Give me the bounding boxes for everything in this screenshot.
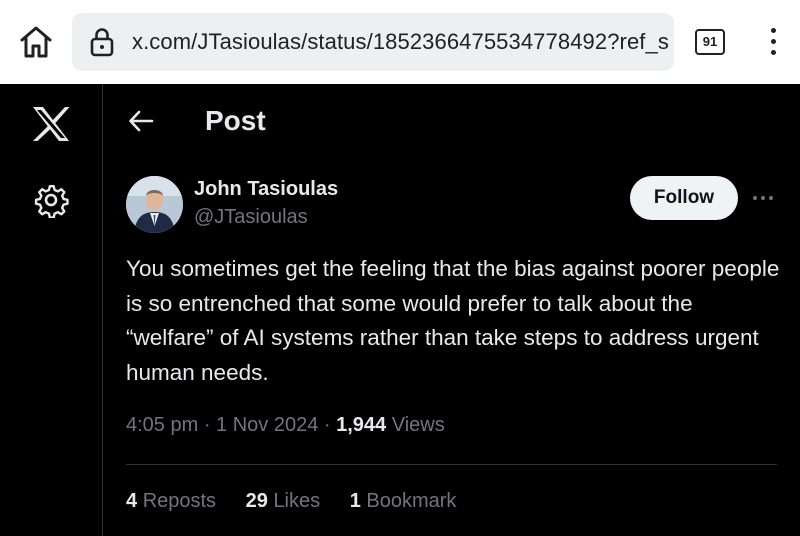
likes-label: Likes: [273, 490, 321, 512]
reposts-stat[interactable]: 4 Reposts: [126, 490, 216, 513]
page-title: Post: [205, 105, 266, 136]
more-horizontal-icon[interactable]: [750, 188, 776, 208]
gear-icon[interactable]: [33, 182, 69, 219]
more-vertical-icon[interactable]: [762, 26, 784, 58]
back-button[interactable]: [126, 106, 156, 136]
reposts-count: 4: [126, 490, 138, 512]
home-button[interactable]: [18, 24, 54, 60]
reposts-label: Reposts: [142, 490, 217, 512]
post-time[interactable]: 4:05 pm: [126, 414, 198, 436]
engagement-stats: 4 Reposts 29 Likes 1 Bookmark: [126, 490, 480, 513]
likes-stat[interactable]: 29 Likes: [246, 490, 321, 513]
address-bar[interactable]: x.com/JTasioulas/status/1852366475534778…: [72, 13, 674, 71]
views-label: Views: [391, 414, 445, 436]
separator: ·: [203, 414, 217, 436]
side-navigation: [0, 84, 103, 536]
post-detail: Post John Tasioulas @JTasioulas Follow Y…: [104, 84, 800, 536]
bookmarks-count: 1: [349, 490, 361, 512]
post-date[interactable]: 1 Nov 2024: [216, 414, 318, 436]
home-icon: [20, 26, 52, 58]
app-root: Post John Tasioulas @JTasioulas Follow Y…: [0, 84, 800, 536]
author-name[interactable]: John Tasioulas: [194, 178, 338, 201]
tab-switcher-button[interactable]: 91: [695, 29, 725, 55]
bookmarks-stat[interactable]: 1 Bookmark: [350, 490, 457, 513]
views-count: 1,944: [336, 414, 387, 436]
author-handle[interactable]: @JTasioulas: [194, 206, 308, 229]
post-text: You sometimes get the feeling that the b…: [126, 256, 780, 385]
browser-toolbar: x.com/JTasioulas/status/1852366475534778…: [0, 0, 800, 84]
avatar[interactable]: [126, 176, 183, 233]
likes-count: 29: [245, 490, 268, 512]
url-text[interactable]: x.com/JTasioulas/status/1852366475534778…: [132, 29, 672, 55]
arrow-left-icon: [129, 110, 154, 132]
bookmarks-label: Bookmark: [366, 490, 457, 512]
lock-icon[interactable]: [88, 27, 116, 57]
post-metadata: 4:05 pm · 1 Nov 2024 · 1,944 Views: [126, 414, 445, 437]
x-logo-icon[interactable]: [31, 106, 71, 142]
divider: [126, 464, 777, 465]
separator: ·: [323, 414, 337, 436]
follow-button[interactable]: Follow: [630, 176, 738, 220]
